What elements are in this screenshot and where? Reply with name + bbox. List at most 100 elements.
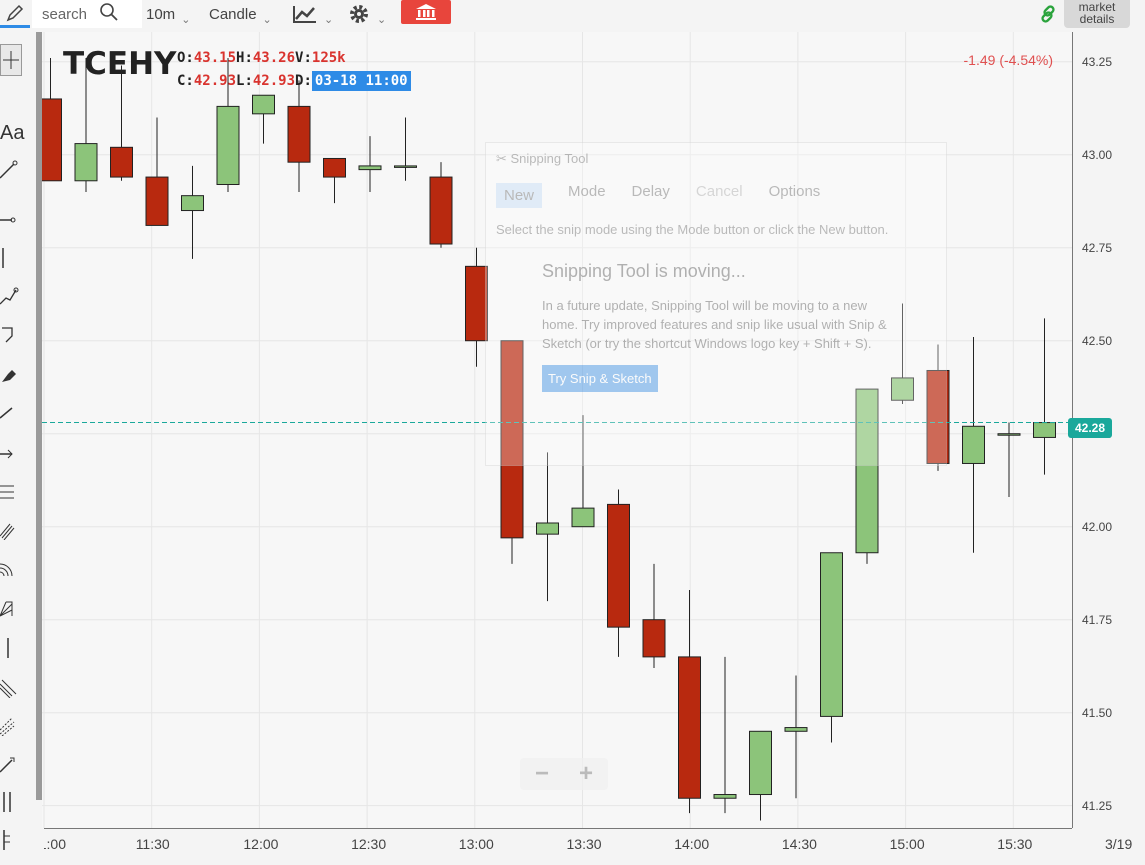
ray-tool-icon[interactable] [0,286,20,306]
snip-instructions: Select the snip mode using the Mode butt… [496,222,889,237]
y-tick-label: 41.50 [1082,705,1113,720]
open-value: 43.15 [193,50,237,66]
link-button[interactable] [1038,0,1058,28]
x-tick-label: 3/19 [1105,836,1133,852]
search-box[interactable]: search [32,0,142,28]
low-value: 42.93 [252,73,296,89]
measure-tool-icon[interactable] [0,444,20,464]
ohlc-row-1: O:43.15H:43.26V:125k [177,50,411,66]
line-chart-icon [293,6,316,23]
candle-body [358,165,382,171]
trendline-tool-icon[interactable] [0,160,20,180]
candle-body [39,98,62,182]
snip-moving-title: Snipping Tool is moving... [542,261,746,281]
settings-button[interactable]: ⌄ [347,0,386,28]
close-value: 42.93 [193,73,237,89]
candle-body [678,656,701,799]
snipping-tool-toolbar: New Mode Delay Cancel Options [486,175,946,216]
fib-arc-tool-icon[interactable] [0,560,20,580]
crosshair-tool-icon[interactable] [0,44,22,76]
high-label: H: [236,50,253,66]
candle-body [394,165,417,168]
y-tick-label: 43.00 [1082,147,1113,162]
interval-label: 10m [146,5,176,23]
gann-fan-tool-icon[interactable] [0,598,20,618]
y-tick-label: 42.50 [1082,333,1113,348]
chevron-down-icon: ⌄ [377,13,387,26]
candle-body [820,552,843,717]
try-snip-sketch-button[interactable]: Try Snip & Sketch [542,365,658,392]
date-label: D: [295,73,312,89]
y-tick-label: 41.25 [1082,798,1113,813]
candle-body [252,94,275,115]
snip-new-button[interactable]: New [496,183,543,208]
x-tick-label: 15:00 [889,836,925,852]
arrow-tool-icon[interactable] [0,402,20,422]
ohlc-readout: O:43.15H:43.26V:125k C:42.93L:42.93D: 03-… [177,50,411,91]
snip-options-button[interactable]: Options [769,183,821,208]
draw-pencil-icon[interactable] [0,0,30,28]
ticker-symbol: TCEHY [63,46,177,82]
candle-body [713,794,737,799]
search-icon[interactable] [99,2,119,26]
price-change: -1.49 (-4.54%) [963,52,1053,68]
candle-body [536,522,559,535]
x-tick-label: 15:30 [997,836,1033,852]
x-tick-label: 13:30 [566,836,602,852]
top-toolbar: search 10m ⌄ Candle ⌄ ⌄ ⌄ market details [0,0,1145,32]
high-value: 43.26 [252,50,296,66]
close-label: C: [177,73,194,89]
pitchfork-tool-icon[interactable] [0,520,20,540]
x-tick-label: 14:00 [674,836,710,852]
chevron-down-icon: ⌄ [181,13,191,26]
current-price-tag: 42.28 [1068,418,1112,438]
snip-delay-button[interactable]: Delay [632,183,670,208]
volume-value: 125k [311,50,346,66]
text-tool-icon[interactable]: Aa [0,122,24,144]
snipping-tool-window[interactable]: ✂ Snipping Tool New Mode Delay Cancel Op… [485,142,947,466]
snip-mode-button[interactable]: Mode [568,183,606,208]
chart-type-select[interactable]: Candle ⌄ [209,0,272,28]
open-label: O: [177,50,194,66]
snip-cancel-button[interactable]: Cancel [696,183,743,208]
chart-type-label: Candle [209,5,257,23]
gear-icon [350,5,368,23]
chevron-down-icon: ⌄ [324,13,334,26]
x-tick-label: 11:30 [135,836,170,852]
volume-label: V: [295,50,312,66]
candle-body [110,146,133,178]
vertical-divider-tool-icon[interactable] [0,638,20,658]
channel-tool-icon[interactable] [0,324,20,344]
candle-body [607,503,630,628]
candle-body [571,507,595,528]
extended-line-tool-icon[interactable] [0,754,20,774]
indicators-button[interactable]: ⌄ [292,0,333,28]
candle-body [1033,422,1056,438]
time-axis[interactable]: 11:00 11:30 12:00 12:30 13:00 13:30 14:00 14:30… [0,828,1145,865]
y-tick-label: 41.75 [1082,612,1113,627]
vertical-line-tool-icon[interactable] [0,248,20,268]
candle-body [997,433,1021,436]
market-details-button[interactable]: market details [1064,0,1130,28]
candle-body [181,195,204,212]
double-vertical-tool-icon[interactable] [0,792,20,812]
low-label: L: [236,73,253,89]
candle-body [642,619,666,658]
y-tick-label: 43.25 [1082,54,1113,69]
brush-tool-icon[interactable] [0,364,20,384]
parallel-lines-tool-icon[interactable] [0,482,20,502]
date-value: 03-18 11:00 [311,71,411,91]
x-tick-label: 11:00 [44,836,66,852]
bank-button[interactable] [401,0,451,24]
candle-body [216,105,240,186]
zoom-out-button[interactable]: − [535,760,549,788]
search-input[interactable]: search [42,6,87,23]
x-tick-label: 12:00 [243,836,279,852]
fib-fan-tool-icon[interactable] [0,678,20,698]
candle-body [749,730,772,796]
regression-tool-icon[interactable] [0,716,20,736]
drawing-tools-rail: Aa [0,32,40,865]
interval-select[interactable]: 10m ⌄ [146,0,190,28]
zoom-in-button[interactable]: + [579,760,593,788]
horizontal-line-tool-icon[interactable] [0,210,20,230]
